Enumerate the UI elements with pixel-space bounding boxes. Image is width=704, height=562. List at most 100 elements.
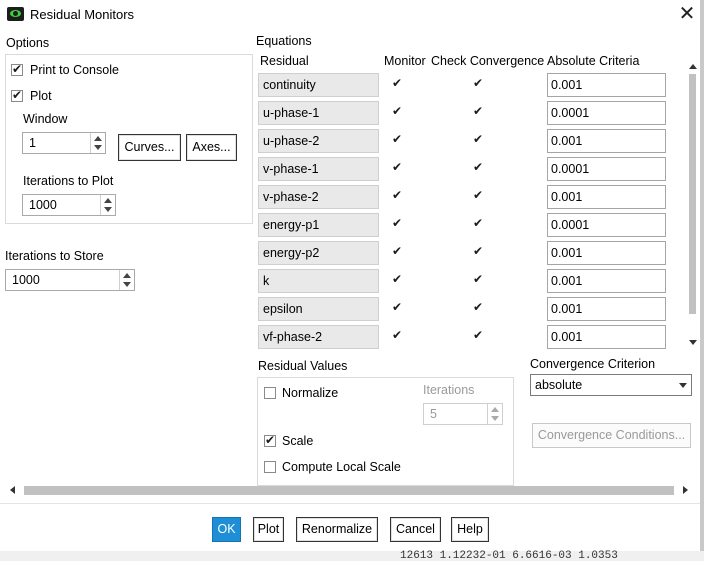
spin-down-icon[interactable] [491, 416, 499, 421]
normalize-checkbox[interactable] [264, 387, 276, 399]
check-convergence-checkbox[interactable] [473, 244, 485, 259]
iterations-to-store-label: Iterations to Store [5, 249, 104, 263]
help-button[interactable]: Help [451, 517, 489, 542]
monitor-checkbox[interactable] [392, 160, 404, 175]
scroll-left-icon[interactable] [10, 486, 15, 494]
scale-checkbox[interactable] [264, 433, 276, 447]
iterations-to-plot-spinner[interactable]: 1000 [22, 194, 116, 216]
absolute-criteria-column-header: Absolute Criteria [547, 54, 640, 68]
absolute-criteria-input[interactable]: 0.001 [547, 73, 666, 97]
check-convergence-checkbox[interactable] [473, 300, 485, 315]
check-convergence-checkbox[interactable] [473, 104, 485, 119]
plot-label: Plot [30, 89, 52, 103]
monitor-checkbox[interactable] [392, 188, 404, 203]
residual-name-field: v-phase-2 [258, 185, 379, 209]
spin-up-icon[interactable] [491, 407, 499, 412]
absolute-criteria-input[interactable]: 0.001 [547, 325, 666, 349]
residual-column-header: Residual [260, 54, 309, 68]
plot-button[interactable]: Plot [253, 517, 284, 542]
check-convergence-checkbox[interactable] [473, 160, 485, 175]
residual-name-field: u-phase-1 [258, 101, 379, 125]
check-convergence-checkbox[interactable] [473, 188, 485, 203]
window-spinner[interactable]: 1 [22, 132, 106, 154]
normalize-iterations-value: 5 [430, 407, 437, 421]
scrollbar-thumb[interactable] [689, 74, 696, 314]
monitor-checkbox[interactable] [392, 244, 404, 259]
monitor-checkbox[interactable] [392, 272, 404, 287]
monitor-column-header: Monitor [384, 54, 426, 68]
residual-name-field: k [258, 269, 379, 293]
iterations-to-store-spinner[interactable]: 1000 [5, 269, 135, 291]
residual-values-heading: Residual Values [258, 359, 348, 373]
check-convergence-checkbox[interactable] [473, 272, 485, 287]
fluent-app-icon [7, 7, 24, 21]
options-heading: Options [6, 36, 50, 50]
scroll-up-icon[interactable] [689, 64, 697, 69]
compute-local-scale-label: Compute Local Scale [282, 460, 401, 474]
curves-button[interactable]: Curves... [118, 134, 181, 161]
chevron-down-icon [679, 383, 687, 388]
monitor-checkbox[interactable] [392, 300, 404, 315]
normalize-iterations-spinner[interactable]: 5 [423, 403, 503, 425]
convergence-conditions-button[interactable]: Convergence Conditions... [532, 423, 691, 448]
window-title: Residual Monitors [30, 7, 135, 22]
absolute-criteria-input[interactable]: 0.001 [547, 297, 666, 321]
spin-down-icon[interactable] [123, 282, 131, 287]
plot-checkbox[interactable] [11, 88, 23, 102]
absolute-criteria-input[interactable]: 0.0001 [547, 157, 666, 181]
check-convergence-checkbox[interactable] [473, 328, 485, 343]
check-convergence-checkbox[interactable] [473, 132, 485, 147]
equations-heading: Equations [256, 34, 312, 48]
scroll-down-icon[interactable] [689, 340, 697, 345]
cancel-button[interactable]: Cancel [390, 517, 441, 542]
convergence-criterion-label: Convergence Criterion [530, 357, 656, 371]
renormalize-button[interactable]: Renormalize [296, 517, 378, 542]
absolute-criteria-input[interactable]: 0.0001 [547, 101, 666, 125]
normalize-label: Normalize [282, 386, 339, 400]
monitor-checkbox[interactable] [392, 216, 404, 231]
window-value: 1 [29, 136, 36, 150]
spin-up-icon[interactable] [94, 136, 102, 141]
print-to-console-label: Print to Console [30, 63, 119, 77]
convergence-criterion-select[interactable]: absolute [530, 374, 692, 396]
equations-vertical-scrollbar[interactable] [688, 64, 698, 347]
ok-button[interactable]: OK [212, 517, 241, 542]
absolute-criteria-input[interactable]: 0.0001 [547, 213, 666, 237]
absolute-criteria-input[interactable]: 0.001 [547, 185, 666, 209]
horizontal-scrollbar[interactable] [10, 484, 690, 496]
background-console-text: 12613 1.12232-01 6.6616-03 1.0353 [400, 550, 618, 562]
residual-name-field: v-phase-1 [258, 157, 379, 181]
monitor-checkbox[interactable] [392, 328, 404, 343]
monitor-checkbox[interactable] [392, 132, 404, 147]
absolute-criteria-input[interactable]: 0.001 [547, 129, 666, 153]
window-label: Window [23, 112, 68, 126]
absolute-criteria-input[interactable]: 0.001 [547, 269, 666, 293]
spin-up-icon[interactable] [123, 273, 131, 278]
scrollbar-thumb[interactable] [24, 486, 674, 495]
spin-up-icon[interactable] [104, 198, 112, 203]
residual-name-field: continuity [258, 73, 379, 97]
convergence-criterion-value: absolute [535, 378, 583, 392]
residual-name-field: energy-p2 [258, 241, 379, 265]
check-convergence-checkbox[interactable] [473, 76, 485, 91]
footer-divider [0, 503, 700, 504]
check-convergence-checkbox[interactable] [473, 216, 485, 231]
axes-button[interactable]: Axes... [186, 134, 237, 161]
spin-down-icon[interactable] [94, 145, 102, 150]
compute-local-scale-checkbox[interactable] [264, 461, 276, 473]
iterations-to-store-value: 1000 [12, 273, 40, 287]
spin-down-icon[interactable] [104, 207, 112, 212]
background-window-edge [700, 0, 704, 561]
check-convergence-column-header: Check Convergence [431, 54, 545, 68]
close-icon[interactable]: ✕ [676, 2, 698, 26]
monitor-checkbox[interactable] [392, 104, 404, 119]
iterations-to-plot-label: Iterations to Plot [23, 174, 114, 188]
residual-name-field: energy-p1 [258, 213, 379, 237]
residual-name-field: vf-phase-2 [258, 325, 379, 349]
residual-name-field: epsilon [258, 297, 379, 321]
monitor-checkbox[interactable] [392, 76, 404, 91]
scroll-right-icon[interactable] [683, 486, 688, 494]
absolute-criteria-input[interactable]: 0.001 [547, 241, 666, 265]
scale-label: Scale [282, 434, 314, 448]
print-to-console-checkbox[interactable] [11, 62, 23, 76]
